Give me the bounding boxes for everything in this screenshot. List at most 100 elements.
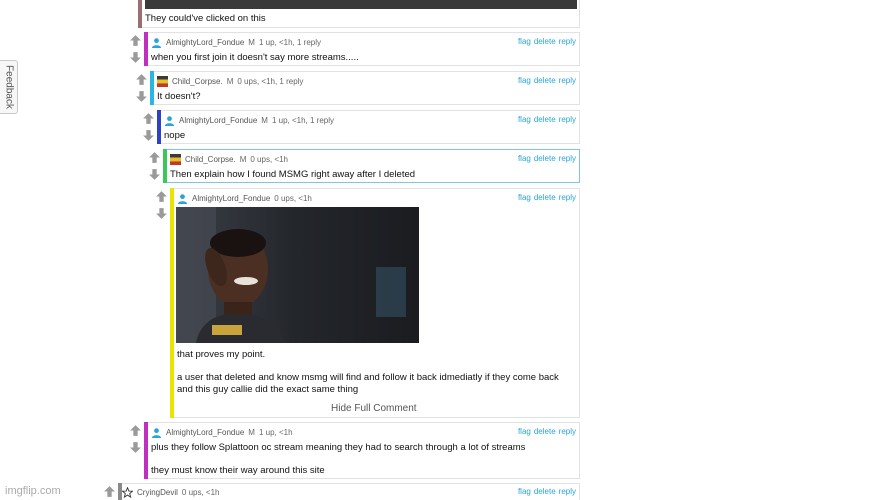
username-link[interactable]: AlmightyLord_Fondue [166, 38, 244, 47]
delete-link[interactable]: delete [534, 154, 556, 163]
comment-meta: AlmightyLord_Fondue 0 ups, <1h [177, 193, 312, 204]
downvote-arrow-icon[interactable] [129, 51, 142, 64]
reply-link[interactable]: reply [559, 487, 576, 496]
upvote-arrow-icon[interactable] [148, 151, 161, 164]
vote-controls [146, 151, 162, 181]
user-avatar-icon[interactable] [151, 37, 162, 48]
delete-link[interactable]: delete [534, 427, 556, 436]
delete-link[interactable]: delete [534, 37, 556, 46]
upvote-arrow-icon[interactable] [129, 424, 142, 437]
meme-image[interactable] [176, 207, 419, 343]
username-link[interactable]: Child_Corpse. [185, 155, 236, 164]
reply-link[interactable]: reply [559, 115, 576, 124]
comment-actions: flag delete reply [515, 154, 576, 163]
upvote-arrow-icon[interactable] [135, 73, 148, 86]
comment-stats: 1 up, <1h, 1 reply [258, 38, 321, 47]
delete-link[interactable]: delete [534, 487, 556, 496]
page: Feedback They could've clicked on this A… [0, 0, 889, 500]
comment-depth-bar [138, 0, 142, 28]
comment: AlmightyLord_Fondue M 1 up, <1h flag dele… [144, 422, 580, 479]
hide-full-comment-link[interactable]: Hide Full Comment [331, 403, 417, 414]
comment-actions: flag delete reply [515, 487, 576, 496]
comment-image-cropped [145, 0, 577, 9]
flag-link[interactable]: flag [518, 487, 531, 496]
vote-controls [140, 112, 156, 142]
mod-badge: M [226, 77, 234, 86]
reply-link[interactable]: reply [559, 427, 576, 436]
flag-avatar-icon[interactable] [170, 154, 181, 165]
reply-link[interactable]: reply [559, 37, 576, 46]
comment-actions: flag delete reply [515, 76, 576, 85]
downvote-arrow-icon[interactable] [135, 90, 148, 103]
flag-link[interactable]: flag [518, 193, 531, 202]
flag-link[interactable]: flag [518, 427, 531, 436]
comment-stats: 0 ups, <1h [181, 488, 220, 497]
upvote-arrow-icon[interactable] [155, 190, 168, 203]
username-link[interactable]: AlmightyLord_Fondue [179, 116, 257, 125]
feedback-label: Feedback [3, 65, 14, 109]
comment-stats: 0 ups, <1h [274, 194, 312, 203]
flag-link[interactable]: flag [518, 37, 531, 46]
star-avatar-icon[interactable] [122, 487, 133, 498]
comment: CryingDevil 0 ups, <1h flag delete reply [118, 483, 580, 500]
flag-avatar-icon[interactable] [157, 76, 168, 87]
comment: AlmightyLord_Fondue M 1 up, <1h, 1 reply… [144, 32, 580, 66]
comment-text: It doesn't? [157, 91, 201, 102]
comment-text: Then explain how I found MSMG right away… [170, 169, 416, 180]
flag-link[interactable]: flag [518, 76, 531, 85]
user-avatar-icon[interactable] [151, 427, 162, 438]
downvote-arrow-icon[interactable] [129, 441, 142, 454]
upvote-arrow-icon[interactable] [103, 485, 116, 498]
comment-meta: AlmightyLord_Fondue M 1 up, <1h [151, 427, 293, 438]
upvote-arrow-icon[interactable] [142, 112, 155, 125]
username-link[interactable]: AlmightyLord_Fondue [166, 428, 244, 437]
delete-link[interactable]: delete [534, 193, 556, 202]
flag-link[interactable]: flag [518, 154, 531, 163]
comment-text: that proves my point. a user that delete… [177, 349, 559, 395]
comment-stats: 1 up, <1h [258, 428, 293, 437]
comment-meta: AlmightyLord_Fondue M 1 up, <1h, 1 reply [151, 37, 321, 48]
comment-stats: 0 ups, <1h, 1 reply [237, 77, 304, 86]
comment-depth-bar [163, 149, 167, 183]
comment-meta: Child_Corpse. M 0 ups, <1h [170, 154, 288, 165]
username-link[interactable]: AlmightyLord_Fondue [192, 194, 270, 203]
comment-actions: flag delete reply [515, 37, 576, 46]
comment: Child_Corpse. M 0 ups, <1h, 1 reply flag… [150, 71, 580, 105]
vote-controls [133, 73, 149, 103]
flag-link[interactable]: flag [518, 115, 531, 124]
comment-stats: 1 up, <1h, 1 reply [271, 116, 334, 125]
reply-link[interactable]: reply [559, 76, 576, 85]
user-avatar-icon[interactable] [177, 193, 188, 204]
comment-depth-bar [144, 422, 148, 479]
user-avatar-icon[interactable] [164, 115, 175, 126]
downvote-arrow-icon[interactable] [142, 129, 155, 142]
mod-badge: M [239, 155, 247, 164]
comment-actions: flag delete reply [515, 115, 576, 124]
comment-meta: AlmightyLord_Fondue M 1 up, <1h, 1 reply [164, 115, 334, 126]
imgflip-watermark: imgflip.com [5, 485, 61, 497]
reply-link[interactable]: reply [559, 193, 576, 202]
vote-controls [127, 34, 143, 64]
comment-actions: flag delete reply [515, 193, 576, 202]
comment-stats: 0 ups, <1h [250, 155, 288, 164]
meme-illustration [176, 207, 419, 343]
username-link[interactable]: CryingDevil [137, 488, 178, 497]
mod-badge: M [248, 38, 255, 47]
comment-meta: Child_Corpse. M 0 ups, <1h, 1 reply [157, 76, 303, 87]
downvote-arrow-icon[interactable] [148, 168, 161, 181]
delete-link[interactable]: delete [534, 76, 556, 85]
feedback-tab[interactable]: Feedback [0, 60, 18, 114]
upvote-arrow-icon[interactable] [129, 34, 142, 47]
mod-badge: M [248, 428, 255, 437]
username-link[interactable]: Child_Corpse. [172, 77, 223, 86]
comment-meta: CryingDevil 0 ups, <1h [122, 487, 220, 498]
delete-link[interactable]: delete [534, 115, 556, 124]
downvote-arrow-icon[interactable] [155, 207, 168, 220]
comment-depth-bar [170, 188, 174, 418]
comment-highlighted: Child_Corpse. M 0 ups, <1h flag delete rep… [163, 149, 580, 183]
comment-actions: flag delete reply [515, 427, 576, 436]
comment-text: They could've clicked on this [145, 13, 266, 24]
reply-link[interactable]: reply [559, 154, 576, 163]
comment-depth-bar [144, 32, 148, 66]
vote-controls [153, 190, 169, 220]
